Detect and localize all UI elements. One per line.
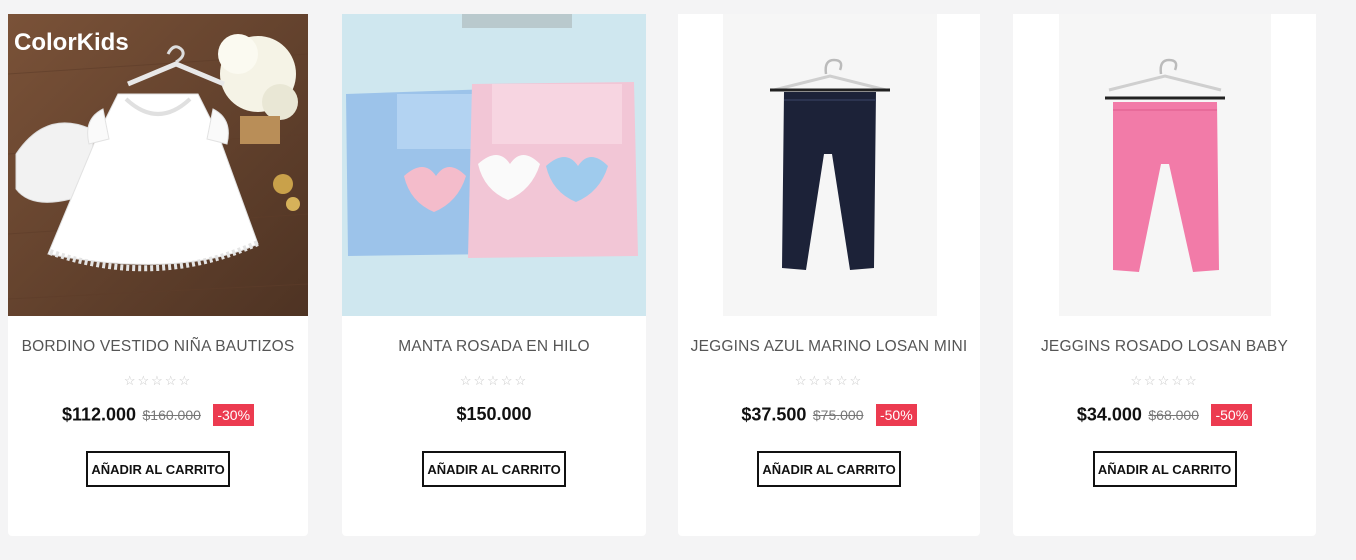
old-price: $160.000 — [142, 407, 201, 423]
product-card: ColorKids BORDINO VESTIDO NIÑA BAUTIZOS … — [8, 14, 308, 536]
product-image[interactable] — [342, 14, 646, 316]
brand-logo: ColorKids — [14, 29, 129, 56]
rating-stars: ☆☆☆☆☆ — [1130, 373, 1199, 388]
rating-stars: ☆☆☆☆☆ — [123, 373, 193, 388]
current-price: $34.000 — [1076, 404, 1142, 425]
product-image[interactable] — [1013, 14, 1316, 316]
old-price: $75.000 — [812, 407, 864, 423]
product-title[interactable]: MANTA ROSADA EN HILO — [342, 338, 646, 356]
rating-stars: ☆☆☆☆☆ — [794, 373, 864, 388]
product-card: MANTA ROSADA EN HILO ☆☆☆☆☆ $150.000 AÑAD… — [342, 14, 646, 536]
product-image[interactable]: ColorKids — [8, 14, 308, 316]
product-image[interactable] — [678, 14, 980, 316]
add-to-cart-button[interactable]: AÑADIR AL CARRITO — [422, 451, 566, 487]
price-row: $37.500 $75.000 -50% — [678, 404, 980, 426]
product-card: JEGGINS ROSADO LOSAN BABY ☆☆☆☆☆ $34.000 … — [1013, 14, 1316, 536]
product-title[interactable]: JEGGINS ROSADO LOSAN BABY — [1013, 338, 1316, 356]
current-price: $150.000 — [456, 404, 532, 424]
product-title[interactable]: BORDINO VESTIDO NIÑA BAUTIZOS — [8, 338, 308, 356]
add-to-cart-button[interactable]: AÑADIR AL CARRITO — [86, 451, 230, 487]
old-price: $68.000 — [1148, 407, 1199, 423]
product-grid: ColorKids BORDINO VESTIDO NIÑA BAUTIZOS … — [0, 0, 1356, 560]
rating-stars: ☆☆☆☆☆ — [459, 373, 529, 388]
price-row: $112.000 $160.000 -30% — [8, 404, 308, 426]
current-price: $37.500 — [741, 404, 807, 425]
product-title[interactable]: JEGGINS AZUL MARINO LOSAN MINI — [678, 338, 980, 356]
price-row: $150.000 — [342, 404, 646, 425]
price-row: $34.000 $68.000 -50% — [1013, 404, 1316, 426]
add-to-cart-button[interactable]: AÑADIR AL CARRITO — [1092, 451, 1237, 487]
add-to-cart-button[interactable]: AÑADIR AL CARRITO — [757, 451, 901, 487]
product-card: JEGGINS AZUL MARINO LOSAN MINI ☆☆☆☆☆ $37… — [678, 14, 980, 536]
current-price: $112.000 — [61, 404, 137, 425]
discount-badge: -50% — [1211, 404, 1253, 426]
discount-badge: -30% — [213, 404, 255, 426]
discount-badge: -50% — [875, 404, 917, 426]
